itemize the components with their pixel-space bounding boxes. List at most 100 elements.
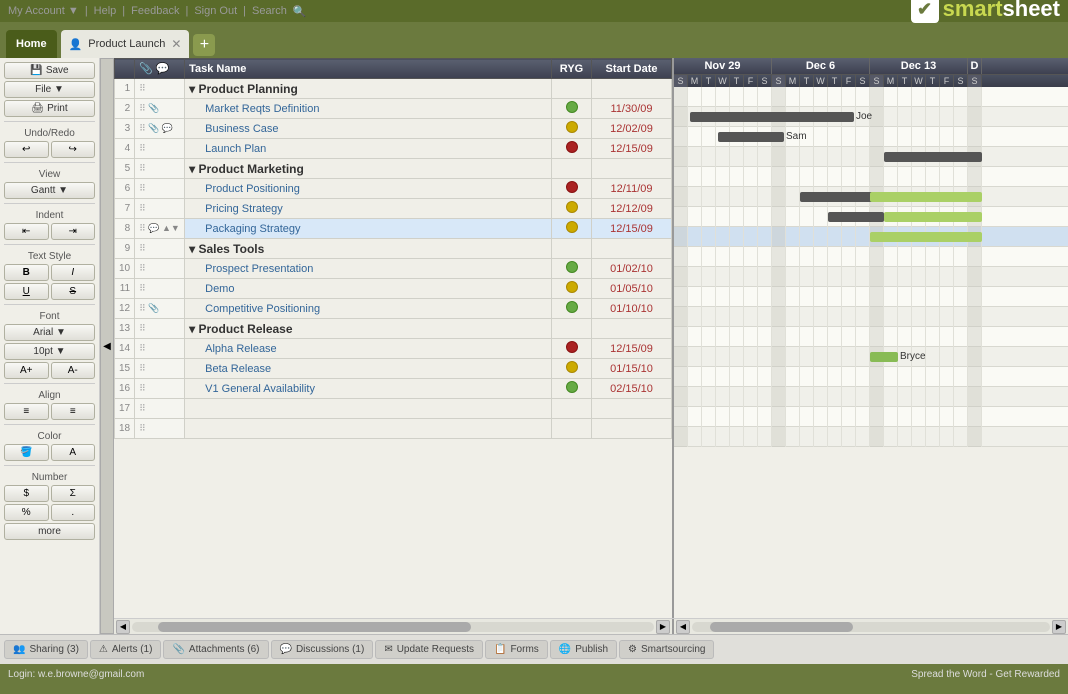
table-row[interactable]: 5⠿▾ Product Marketing [115, 159, 672, 179]
date-cell[interactable]: 01/15/10 [592, 359, 672, 379]
my-account-link[interactable]: My Account ▼ [8, 5, 79, 17]
underline-button[interactable]: U [4, 283, 49, 300]
start-date-header[interactable]: Start Date [592, 59, 672, 79]
date-cell[interactable]: 12/15/09 [592, 339, 672, 359]
table-row[interactable]: 7⠿Pricing Strategy12/12/09 [115, 199, 672, 219]
ryg-cell[interactable] [552, 219, 592, 239]
h-scroll-track-right[interactable] [692, 622, 1050, 632]
task-name-cell[interactable] [185, 399, 552, 419]
table-row[interactable]: 8⠿ 💬 ▲▼Packaging Strategy12/15/09 [115, 219, 672, 239]
table-row[interactable]: 13⠿▾ Product Release [115, 319, 672, 339]
task-name-cell[interactable]: ▾ Product Planning [185, 79, 552, 99]
table-row[interactable]: 15⠿Beta Release01/15/10 [115, 359, 672, 379]
task-name-cell[interactable]: ▾ Sales Tools [185, 239, 552, 259]
date-cell[interactable]: 12/15/09 [592, 219, 672, 239]
decimal-button[interactable]: . [51, 504, 96, 521]
table-row[interactable]: 4⠿Launch Plan12/15/09 [115, 139, 672, 159]
sigma-button[interactable]: Σ [51, 485, 96, 502]
table-row[interactable]: 14⠿Alpha Release12/15/09 [115, 339, 672, 359]
table-row[interactable]: 9⠿▾ Sales Tools [115, 239, 672, 259]
bold-button[interactable]: B [4, 264, 49, 281]
increase-font-button[interactable]: A+ [4, 362, 49, 379]
date-cell[interactable] [592, 399, 672, 419]
dollar-button[interactable]: $ [4, 485, 49, 502]
search-link[interactable]: Search [252, 5, 287, 17]
more-button[interactable]: more [4, 523, 95, 540]
ryg-cell[interactable] [552, 159, 592, 179]
bottom-tab-update[interactable]: ✉Update Requests [375, 640, 483, 659]
close-icon[interactable]: ✕ [171, 37, 181, 51]
date-cell[interactable]: 12/02/09 [592, 119, 672, 139]
date-cell[interactable]: 12/11/09 [592, 179, 672, 199]
help-link[interactable]: Help [94, 5, 117, 17]
table-row[interactable]: 12⠿ 📎Competitive Positioning01/10/10 [115, 299, 672, 319]
undo-button[interactable]: ↩ [4, 141, 49, 158]
scroll-left-arrow[interactable]: ◀ [116, 620, 130, 634]
ryg-cell[interactable] [552, 199, 592, 219]
indent-left-button[interactable]: ⇤ [4, 223, 49, 240]
date-cell[interactable] [592, 159, 672, 179]
ryg-cell[interactable] [552, 399, 592, 419]
task-name-cell[interactable]: Market Reqts Definition [185, 99, 552, 119]
save-button[interactable]: 💾 Save [4, 62, 95, 79]
table-row[interactable]: 10⠿Prospect Presentation01/02/10 [115, 259, 672, 279]
task-name-cell[interactable]: Packaging Strategy [185, 219, 552, 239]
add-tab[interactable]: + [193, 34, 215, 56]
bottom-tab-form[interactable]: 📋Forms [485, 640, 548, 659]
h-scroll-thumb-left[interactable] [158, 622, 471, 632]
percent-button[interactable]: % [4, 504, 49, 521]
text-color-button[interactable]: A [51, 444, 96, 461]
ryg-cell[interactable] [552, 279, 592, 299]
task-name-cell[interactable]: Pricing Strategy [185, 199, 552, 219]
ryg-cell[interactable] [552, 139, 592, 159]
date-cell[interactable]: 01/02/10 [592, 259, 672, 279]
print-button[interactable]: 🖨 Print [4, 100, 95, 117]
ryg-cell[interactable] [552, 319, 592, 339]
gantt-button[interactable]: Gantt ▼ [4, 182, 95, 199]
task-name-cell[interactable]: Competitive Positioning [185, 299, 552, 319]
date-cell[interactable]: 01/10/10 [592, 299, 672, 319]
table-row[interactable]: 1⠿▾ Product Planning [115, 79, 672, 99]
table-row[interactable]: 16⠿V1 General Availability02/15/10 [115, 379, 672, 399]
task-name-cell[interactable]: V1 General Availability [185, 379, 552, 399]
date-cell[interactable]: 12/15/09 [592, 139, 672, 159]
task-name-cell[interactable]: Alpha Release [185, 339, 552, 359]
task-name-cell[interactable]: Business Case [185, 119, 552, 139]
date-cell[interactable] [592, 239, 672, 259]
task-name-cell[interactable]: Demo [185, 279, 552, 299]
date-cell[interactable] [592, 419, 672, 439]
ryg-cell[interactable] [552, 179, 592, 199]
indent-right-button[interactable]: ⇥ [51, 223, 96, 240]
task-name-cell[interactable]: Launch Plan [185, 139, 552, 159]
sign-out-link[interactable]: Sign Out [194, 5, 237, 17]
ryg-cell[interactable] [552, 379, 592, 399]
file-button[interactable]: File ▼ [4, 81, 95, 98]
bottom-tab-publish[interactable]: 🌐Publish [550, 640, 617, 659]
table-row[interactable]: 11⠿Demo01/05/10 [115, 279, 672, 299]
collapse-arrow[interactable]: ◀ [100, 58, 114, 634]
date-cell[interactable]: 12/12/09 [592, 199, 672, 219]
scroll-right-arrow-left[interactable]: ▶ [656, 620, 670, 634]
date-cell[interactable]: 01/05/10 [592, 279, 672, 299]
sheet-tab[interactable]: 👤 Product Launch ✕ [61, 30, 190, 58]
ryg-cell[interactable] [552, 419, 592, 439]
align-left-button[interactable]: ≡ [4, 403, 49, 420]
ryg-cell[interactable] [552, 79, 592, 99]
ryg-cell[interactable] [552, 259, 592, 279]
redo-button[interactable]: ↪ [51, 141, 96, 158]
date-cell[interactable]: 11/30/09 [592, 99, 672, 119]
scroll-right-arrow-right[interactable]: ▶ [1052, 620, 1066, 634]
date-cell[interactable] [592, 319, 672, 339]
task-name-header[interactable]: Task Name [185, 59, 552, 79]
ryg-cell[interactable] [552, 99, 592, 119]
italic-button[interactable]: I [51, 264, 96, 281]
task-name-cell[interactable]: ▾ Product Release [185, 319, 552, 339]
task-name-cell[interactable] [185, 419, 552, 439]
bottom-tab-alert[interactable]: ⚠Alerts (1) [90, 640, 162, 659]
ryg-cell[interactable] [552, 239, 592, 259]
bottom-tab-discuss[interactable]: 💬Discussions (1) [271, 640, 374, 659]
decrease-font-button[interactable]: A- [51, 362, 96, 379]
font-selector[interactable]: Arial ▼ [4, 324, 95, 341]
gantt-wrapper[interactable]: Nov 29Dec 6Dec 13D SMTWTFSSMTWTFSSMTWTFS… [674, 58, 1068, 618]
bottom-tab-share[interactable]: 👥Sharing (3) [4, 640, 88, 659]
